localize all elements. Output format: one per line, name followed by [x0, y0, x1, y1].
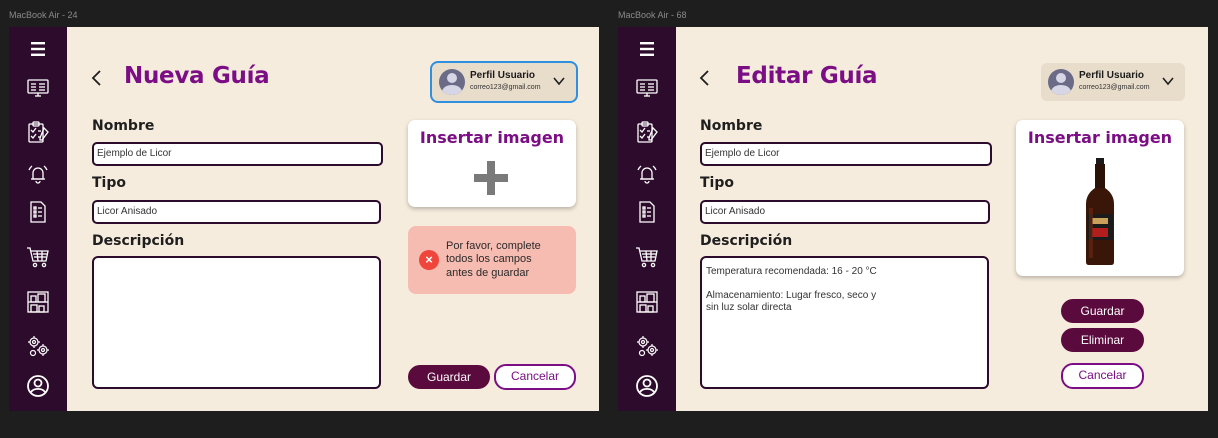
avatar [439, 69, 465, 95]
chevron-down-icon[interactable] [1161, 75, 1175, 87]
descripcion-textarea[interactable] [92, 256, 381, 389]
tipo-label: Tipo [92, 175, 126, 191]
clipboard-checklist-icon[interactable] [23, 117, 53, 147]
sidebar [9, 27, 67, 411]
warehouse-shelf-icon[interactable] [23, 287, 53, 317]
descripcion-label: Descripción [92, 233, 185, 249]
save-button[interactable]: Guardar [408, 365, 490, 389]
page-title: Nueva Guía [124, 63, 270, 89]
save-button[interactable]: Guardar [1061, 299, 1144, 323]
menu-icon[interactable] [23, 34, 53, 64]
frame-label: MacBook Air - 24 [9, 10, 78, 20]
settings-gears-icon[interactable] [23, 331, 53, 361]
back-arrow-icon[interactable] [90, 67, 104, 89]
avatar [1048, 69, 1074, 95]
document-list-icon[interactable] [23, 197, 53, 227]
profile-name: Perfil Usuario [1079, 70, 1145, 81]
document-list-icon[interactable] [632, 197, 662, 227]
alarm-bell-icon[interactable] [23, 159, 53, 189]
plus-icon[interactable] [472, 159, 510, 197]
descripcion-label: Descripción [700, 233, 793, 249]
profile-dropdown[interactable]: Perfil Usuario correo123@gmail.com [1041, 63, 1185, 101]
error-message: × Por favor, complete todos los campos a… [408, 226, 576, 294]
clipboard-checklist-icon[interactable] [632, 117, 662, 147]
insert-image-title: Insertar imagen [1027, 128, 1173, 147]
sidebar [618, 27, 676, 411]
menu-icon[interactable] [632, 34, 662, 64]
dashboard-icon[interactable] [23, 73, 53, 103]
user-circle-icon[interactable] [23, 371, 53, 401]
profile-dropdown[interactable]: Perfil Usuario correo123@gmail.com [430, 61, 578, 103]
warehouse-shelf-icon[interactable] [632, 287, 662, 317]
chevron-down-icon[interactable] [552, 75, 566, 87]
insert-image-title: Insertar imagen [419, 128, 565, 147]
back-arrow-icon[interactable] [698, 67, 712, 89]
page-title: Editar Guía [736, 63, 878, 89]
nombre-input[interactable]: Ejemplo de Licor [92, 142, 383, 166]
frame-nueva-guia: Nueva Guía Perfil Usuario correo123@gmai… [9, 27, 599, 411]
alarm-bell-icon[interactable] [632, 159, 662, 189]
tipo-label: Tipo [700, 175, 734, 191]
profile-name: Perfil Usuario [470, 70, 536, 81]
cancel-button[interactable]: Cancelar [1061, 363, 1144, 389]
user-circle-icon[interactable] [632, 371, 662, 401]
descripcion-textarea[interactable]: Temperatura recomendada: 16 - 20 °C Alma… [700, 256, 989, 389]
frame-editar-guia: Editar Guía Perfil Usuario correo123@gma… [618, 27, 1208, 411]
dashboard-icon[interactable] [632, 73, 662, 103]
settings-gears-icon[interactable] [632, 331, 662, 361]
delete-button[interactable]: Eliminar [1061, 328, 1144, 352]
frame-label: MacBook Air - 68 [618, 10, 687, 20]
insert-image-card[interactable]: Insertar imagen [408, 120, 576, 207]
tipo-input[interactable]: Licor Anisado [92, 200, 381, 224]
profile-email: correo123@gmail.com [470, 84, 541, 91]
shopping-cart-icon[interactable] [23, 242, 53, 272]
nombre-input[interactable]: Ejemplo de Licor [700, 142, 992, 166]
error-close-icon: × [419, 250, 439, 270]
tipo-input[interactable]: Licor Anisado [700, 200, 990, 224]
cancel-button[interactable]: Cancelar [494, 364, 576, 390]
liquor-bottle-image [1086, 158, 1114, 265]
profile-email: correo123@gmail.com [1079, 84, 1150, 91]
insert-image-card[interactable]: Insertar imagen [1016, 120, 1184, 276]
shopping-cart-icon[interactable] [632, 242, 662, 272]
nombre-label: Nombre [700, 118, 763, 134]
error-text: Por favor, complete todos los campos ant… [446, 240, 541, 279]
nombre-label: Nombre [92, 118, 155, 134]
